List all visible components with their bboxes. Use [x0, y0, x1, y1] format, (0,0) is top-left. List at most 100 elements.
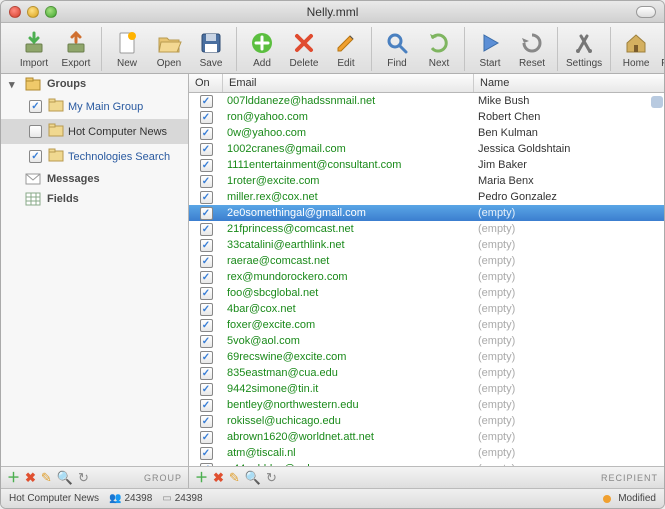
search-icon[interactable]: 🔍	[245, 471, 261, 484]
search-icon[interactable]: 🔍	[57, 471, 73, 484]
find-button[interactable]: Find	[378, 27, 416, 71]
checkbox[interactable]	[29, 150, 42, 163]
table-row[interactable]: 9442simone@tin.it(empty)	[189, 381, 664, 397]
refresh-icon[interactable]: ↻	[266, 471, 277, 484]
table-row[interactable]: 0w@yahoo.comBen Kulman	[189, 125, 664, 141]
sidebar-toolbar-label: GROUP	[144, 473, 182, 483]
row-checkbox[interactable]	[200, 255, 213, 268]
delete-icon	[290, 29, 318, 57]
table-row[interactable]: bentley@northwestern.edu(empty)	[189, 397, 664, 413]
export-icon	[62, 29, 90, 57]
refresh-icon[interactable]: ↻	[78, 471, 89, 484]
edit-icon[interactable]: ✎	[229, 471, 240, 484]
table-row[interactable]: raerae@comcast.net(empty)	[189, 253, 664, 269]
table-row[interactable]: 33catalini@earthlink.net(empty)	[189, 237, 664, 253]
status-count-total: 👥 24398	[109, 493, 152, 504]
new-button[interactable]: New	[108, 27, 146, 71]
row-checkbox[interactable]	[200, 191, 213, 204]
row-checkbox[interactable]	[200, 271, 213, 284]
row-name: (empty)	[474, 431, 664, 443]
sidebar-item-label: Technologies Search	[68, 151, 170, 163]
sidebar-item[interactable]: My Main Group	[1, 94, 188, 119]
sidebar-item[interactable]: Technologies Search	[1, 144, 188, 169]
edit-button[interactable]: Edit	[327, 27, 365, 71]
table-row[interactable]: miller.rex@cox.netPedro Gonzalez	[189, 189, 664, 205]
table-row[interactable]: 835eastman@cua.edu(empty)	[189, 365, 664, 381]
settings-button[interactable]: Settings	[564, 27, 604, 71]
row-checkbox[interactable]	[200, 367, 213, 380]
column-name[interactable]: Name	[474, 74, 664, 92]
row-checkbox[interactable]	[200, 351, 213, 364]
table-row[interactable]: 21fprincess@comcast.net(empty)	[189, 221, 664, 237]
disclosure-triangle-icon[interactable]: ▾	[9, 78, 19, 91]
import-button[interactable]: Import	[15, 27, 53, 71]
delete-icon[interactable]: ✖	[25, 471, 36, 484]
row-email: miller.rex@cox.net	[223, 191, 474, 203]
checkbox[interactable]	[29, 125, 42, 138]
table-row[interactable]: abrown1620@worldnet.att.net(empty)	[189, 429, 664, 445]
sidebar-section-header[interactable]: Fields	[1, 189, 188, 209]
row-checkbox[interactable]	[200, 207, 213, 220]
row-checkbox[interactable]	[200, 95, 213, 108]
add-button[interactable]: Add	[243, 27, 281, 71]
table-row[interactable]: ron@yahoo.comRobert Chen	[189, 109, 664, 125]
sidebar-item[interactable]: Hot Computer News	[1, 119, 188, 144]
home-button[interactable]: Home	[617, 27, 655, 71]
row-checkbox[interactable]	[200, 431, 213, 444]
table-row[interactable]: foo@sbcglobal.net(empty)	[189, 285, 664, 301]
table-row[interactable]: 69recswine@excite.com(empty)	[189, 349, 664, 365]
column-email[interactable]: Email	[223, 74, 474, 92]
row-checkbox[interactable]	[200, 175, 213, 188]
save-button[interactable]: Save	[192, 27, 230, 71]
row-email: ron@yahoo.com	[223, 111, 474, 123]
row-checkbox[interactable]	[200, 447, 213, 460]
row-checkbox[interactable]	[200, 303, 213, 316]
add-icon[interactable]: ＋	[195, 471, 208, 484]
purchase-button[interactable]: Purchase	[659, 27, 665, 71]
row-checkbox[interactable]	[200, 415, 213, 428]
column-on[interactable]: On	[189, 74, 223, 92]
table-row[interactable]: 1roter@excite.comMaria Benx	[189, 173, 664, 189]
row-checkbox[interactable]	[200, 239, 213, 252]
scroll-indicator[interactable]	[651, 96, 663, 108]
start-button[interactable]: Start	[471, 27, 509, 71]
checkbox[interactable]	[29, 100, 42, 113]
add-icon[interactable]: ＋	[7, 471, 20, 484]
row-checkbox[interactable]	[200, 159, 213, 172]
table-row[interactable]: foxer@excite.com(empty)	[189, 317, 664, 333]
row-checkbox[interactable]	[200, 111, 213, 124]
row-checkbox[interactable]	[200, 335, 213, 348]
row-checkbox[interactable]	[200, 383, 213, 396]
table-row[interactable]: 2e0somethingal@gmail.com(empty)	[189, 205, 664, 221]
row-checkbox[interactable]	[200, 399, 213, 412]
row-checkbox[interactable]	[200, 143, 213, 156]
sidebar-section-header[interactable]: ▾ Groups	[1, 74, 188, 94]
row-name: Jessica Goldshtain	[474, 143, 664, 155]
next-button[interactable]: Next	[420, 27, 458, 71]
table-row[interactable]: 007lddaneze@hadssnmail.netMike Bush	[189, 93, 664, 109]
sidebar-section-label: Groups	[47, 78, 86, 90]
sidebar-section-header[interactable]: Messages	[1, 169, 188, 189]
toolbar-label: Open	[157, 58, 181, 69]
table-row[interactable]: 4bar@cox.net(empty)	[189, 301, 664, 317]
table-row[interactable]: 5vok@aol.com(empty)	[189, 333, 664, 349]
delete-icon[interactable]: ✖	[213, 471, 224, 484]
table-row[interactable]: atm@tiscali.nl(empty)	[189, 445, 664, 461]
row-name: (empty)	[474, 207, 664, 219]
table-row[interactable]: rokissel@uchicago.edu(empty)	[189, 413, 664, 429]
row-email: 1roter@excite.com	[223, 175, 474, 187]
delete-button[interactable]: Delete	[285, 27, 323, 71]
row-checkbox[interactable]	[200, 319, 213, 332]
row-checkbox[interactable]	[200, 223, 213, 236]
table-row[interactable]: rex@mundorockero.com(empty)	[189, 269, 664, 285]
edit-icon[interactable]: ✎	[41, 471, 52, 484]
row-checkbox[interactable]	[200, 127, 213, 140]
export-button[interactable]: Export	[57, 27, 95, 71]
row-checkbox[interactable]	[200, 287, 213, 300]
table-row[interactable]: 1111entertainment@consultant.comJim Bake…	[189, 157, 664, 173]
row-name: Robert Chen	[474, 111, 664, 123]
table-row[interactable]: 1002cranes@gmail.comJessica Goldshtain	[189, 141, 664, 157]
open-button[interactable]: Open	[150, 27, 188, 71]
reset-button[interactable]: Reset	[513, 27, 551, 71]
row-email: 1002cranes@gmail.com	[223, 143, 474, 155]
